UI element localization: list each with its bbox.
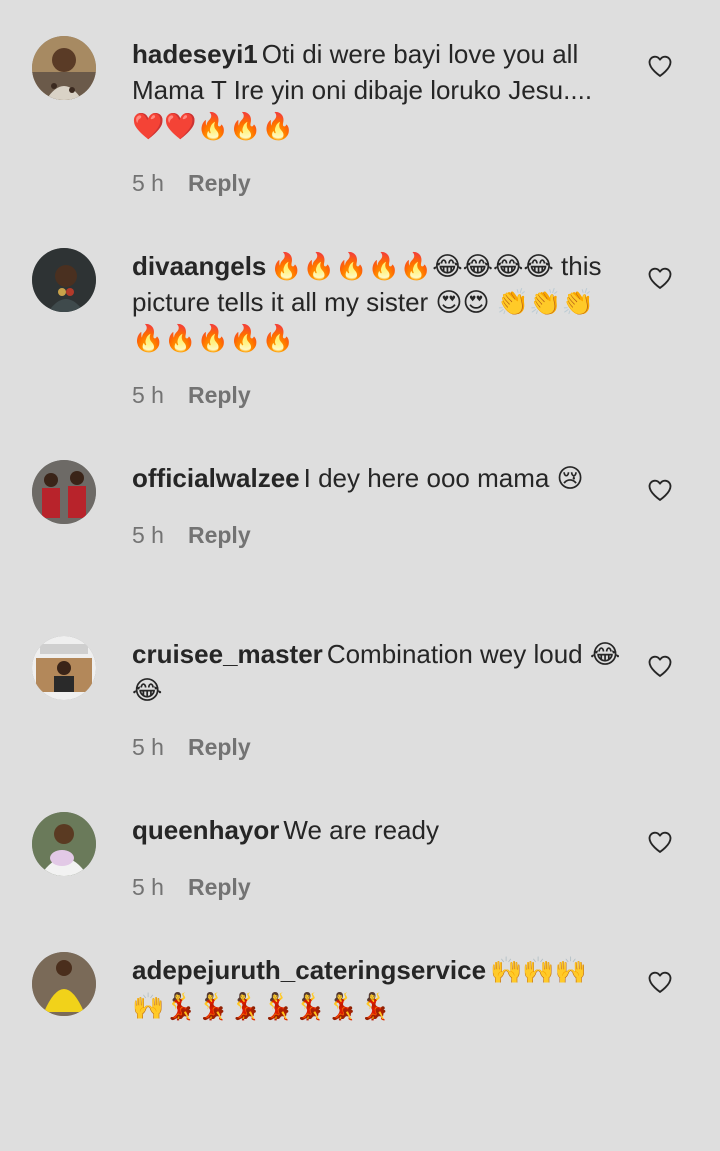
heart-outline-icon[interactable] [646,476,674,504]
username[interactable]: officialwalzee [132,463,300,493]
username[interactable]: cruisee_master [132,639,323,669]
reply-button[interactable]: Reply [188,380,251,410]
username[interactable]: hadeseyi1 [132,39,258,69]
reply-button[interactable]: Reply [188,732,251,762]
timestamp: 5 h [132,522,164,548]
heart-outline-icon[interactable] [646,828,674,856]
comment-text: queenhayor We are ready [132,812,622,848]
comment-message: We are ready [283,815,439,845]
comment-text: cruisee_master Combination wey loud 😂😂 [132,636,622,708]
timestamp: 5 h [132,734,164,760]
comment-text: adepejuruth_cateringservice 🙌🙌🙌 🙌💃💃💃💃💃💃💃 [132,952,622,1024]
comment-body: officialwalzee I dey here ooo mama 😢 5 h … [132,460,622,550]
comment-meta: 5 h Reply [132,520,622,550]
timestamp: 5 h [132,874,164,900]
comment-body: cruisee_master Combination wey loud 😂😂 5 … [132,636,622,762]
avatar[interactable] [32,36,96,100]
reply-button[interactable]: Reply [188,520,251,550]
timestamp: 5 h [132,382,164,408]
avatar[interactable] [32,952,96,1016]
heart-outline-icon[interactable] [646,652,674,680]
username[interactable]: adepejuruth_cateringservice [132,955,486,985]
comment-body: hadeseyi1 Oti di were bayi love you all M… [132,36,622,198]
avatar[interactable] [32,636,96,700]
avatar[interactable] [32,812,96,876]
username[interactable]: divaangels [132,251,266,281]
timestamp: 5 h [132,170,164,196]
comment-list: hadeseyi1 Oti di were bayi love you all M… [0,0,720,1151]
comment-meta: 5 h Reply [132,168,622,198]
avatar[interactable] [32,248,96,312]
comment-meta: 5 h Reply [132,380,622,410]
comment-body: queenhayor We are ready 5 h Reply [132,812,622,902]
reply-button[interactable]: Reply [188,872,251,902]
heart-outline-icon[interactable] [646,968,674,996]
heart-outline-icon[interactable] [646,264,674,292]
avatar[interactable] [32,460,96,524]
comment-meta: 5 h Reply [132,732,622,762]
comment-meta: 5 h Reply [132,872,622,902]
comment-body: divaangels 🔥🔥🔥🔥🔥😂😂😂😂 this picture tells i… [132,248,622,410]
comment-text: divaangels 🔥🔥🔥🔥🔥😂😂😂😂 this picture tells i… [132,248,622,356]
comment-body: adepejuruth_cateringservice 🙌🙌🙌 🙌💃💃💃💃💃💃💃 [132,952,622,1024]
reply-button[interactable]: Reply [188,168,251,198]
comment-message: I dey here ooo mama 😢 [303,463,584,493]
heart-outline-icon[interactable] [646,52,674,80]
comment-text: officialwalzee I dey here ooo mama 😢 [132,460,622,496]
username[interactable]: queenhayor [132,815,279,845]
comment-text: hadeseyi1 Oti di were bayi love you all M… [132,36,622,144]
